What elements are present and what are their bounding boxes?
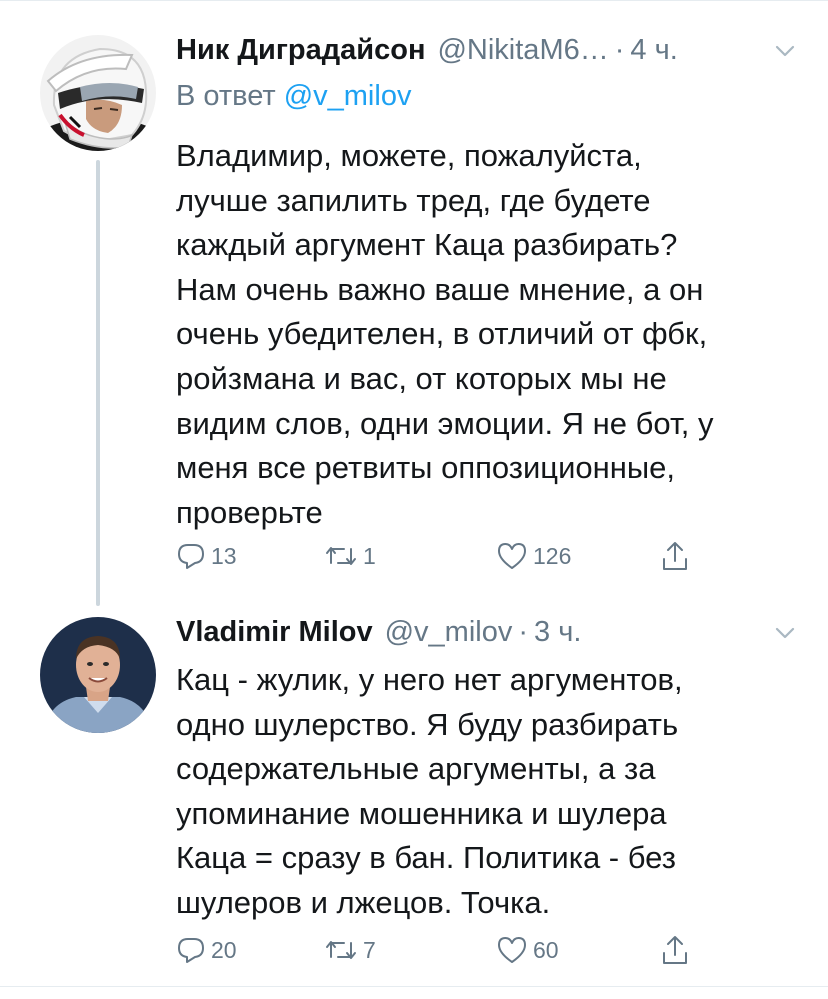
tweet-timestamp[interactable]: 3 ч. [534, 616, 581, 649]
tweet-text-line: ройзмана и вас, от которых мы не [176, 360, 667, 396]
tweet[interactable]: Vladimir Milov @v_milov · 3 ч. Кац - жул… [0, 600, 828, 986]
retweet-button[interactable]: 7 [324, 932, 376, 968]
like-button[interactable]: 60 [496, 932, 559, 968]
like-count: 60 [533, 936, 559, 963]
chevron-down-icon[interactable] [772, 38, 798, 64]
reply-button[interactable]: 20 [176, 932, 237, 968]
tweet-text-line: каждый аргумент Каца разбирать? [176, 227, 678, 263]
tweet-text-line: лучше запилить тред, где будете [176, 182, 651, 218]
tweet-text-line: видим слов, одни эмоции. Я не бот, у [176, 405, 714, 441]
heart-icon [496, 935, 528, 965]
reply-mention-link[interactable]: @v_milov [284, 80, 412, 112]
reply-bubble-icon [176, 541, 206, 571]
tweet-actions: 13 1 126 [176, 538, 736, 574]
reply-count: 20 [211, 936, 237, 963]
separator-dot: · [518, 615, 529, 648]
tweet[interactable]: Ник Диградайсон @NikitaM6… · 4 ч. В отве… [0, 0, 828, 606]
tweet-text-line: Нам очень важно ваше мнение, а он [176, 271, 704, 307]
bottom-divider [0, 986, 828, 987]
tweet-text-line: Кац - жулик, у него нет аргументов, [176, 662, 683, 697]
tweet-timestamp[interactable]: 4 ч. [630, 34, 677, 67]
tweet-text: Кац - жулик, у него нет аргументов, одно… [176, 658, 796, 926]
author-display-name[interactable]: Ник Диградайсон [176, 34, 425, 67]
like-button[interactable]: 126 [496, 538, 571, 574]
retweet-arrows-icon [324, 935, 358, 965]
tweet-text-line: шулеров и лжецов. Точка. [176, 884, 551, 920]
tweet-text-line: одно шулерство. Я буду разбирать [176, 706, 679, 742]
author-handle[interactable]: @NikitaM6… [437, 34, 608, 67]
author-display-name[interactable]: Vladimir Milov [176, 616, 373, 649]
tweet-text-line: упоминание мошенника и шулера [176, 795, 667, 831]
share-button[interactable] [660, 538, 690, 574]
retweet-count: 7 [363, 936, 376, 963]
like-count: 126 [533, 542, 572, 569]
avatar[interactable] [40, 617, 156, 733]
share-upload-icon [660, 539, 690, 573]
tweet-text-line: Каца = сразу в бан. Политика - без [176, 840, 676, 876]
reply-bubble-icon [176, 935, 206, 965]
separator-dot: · [614, 33, 625, 66]
tweet-text-line: очень убедителен, в отличий от фбк, [176, 316, 708, 352]
tweet-text: Владимир, можете, пожалуйста, лучше запи… [176, 134, 796, 535]
thread-connector-line [96, 160, 100, 606]
avatar-motocross-helmet-image [40, 35, 156, 151]
tweet-text-line: проверьте [176, 494, 323, 530]
share-button[interactable] [660, 932, 690, 968]
tweet-header: Vladimir Milov @v_milov · 3 ч. [176, 612, 798, 652]
reply-context: В ответ @v_milov [176, 80, 411, 113]
author-handle[interactable]: @v_milov [385, 616, 513, 649]
heart-icon [496, 541, 528, 571]
reply-button[interactable]: 13 [176, 538, 237, 574]
chevron-down-icon[interactable] [772, 620, 798, 646]
tweet-text-line: содержательные аргументы, а за [176, 751, 656, 787]
tweet-text-line: меня все ретвиты оппозиционные, [176, 450, 675, 486]
avatar[interactable] [40, 35, 156, 151]
reply-prefix: В ответ [176, 80, 276, 112]
retweet-count: 1 [363, 542, 376, 569]
tweet-header: Ник Диградайсон @NikitaM6… · 4 ч. [176, 30, 798, 70]
reply-count: 13 [211, 542, 237, 569]
tweet-text-line: Владимир, можете, пожалуйста, [176, 138, 642, 173]
share-upload-icon [660, 933, 690, 967]
retweet-arrows-icon [324, 541, 358, 571]
avatar-man-portrait-image [40, 617, 156, 733]
retweet-button[interactable]: 1 [324, 538, 376, 574]
tweet-actions: 20 7 60 [176, 932, 736, 968]
